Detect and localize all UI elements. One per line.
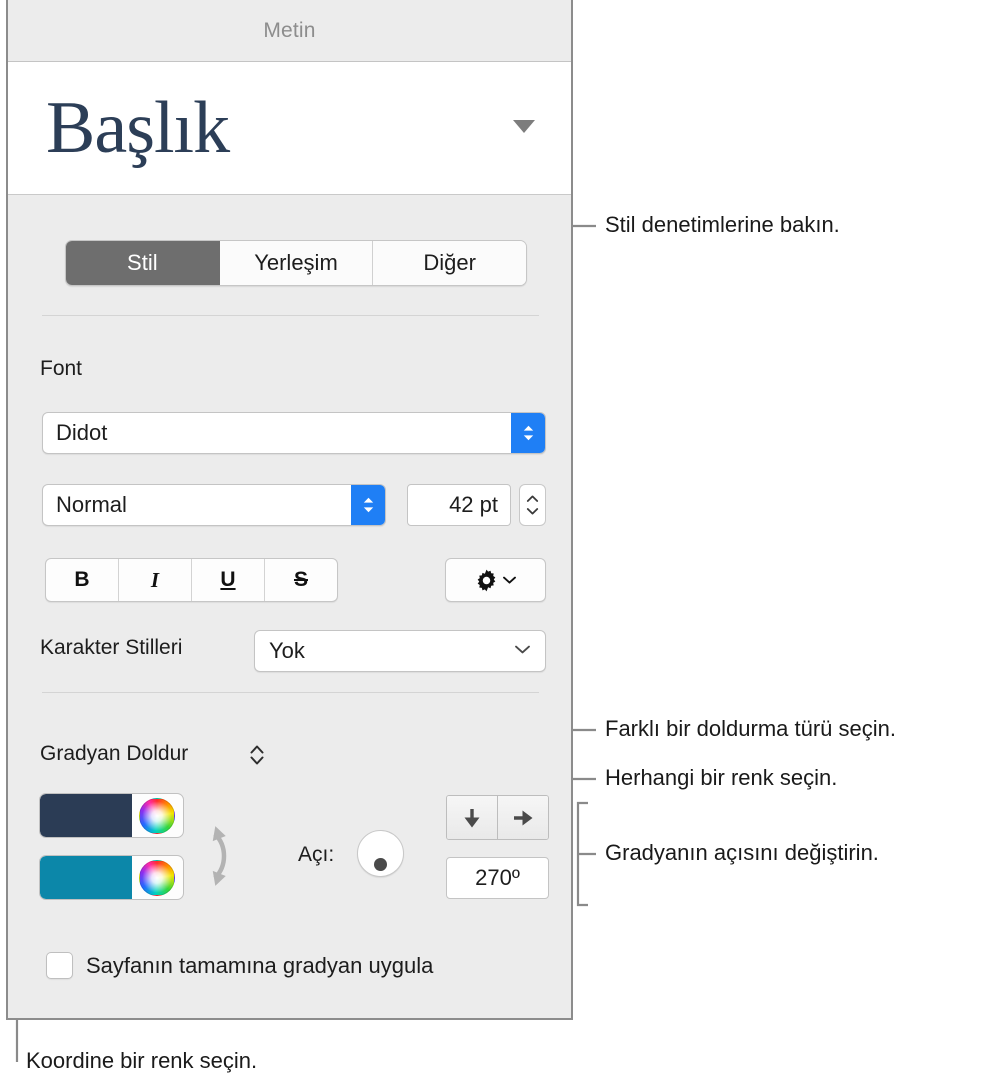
swap-colors-icon[interactable]	[201, 818, 241, 899]
chevron-down-icon	[503, 576, 516, 584]
color-wheel-icon[interactable]	[139, 859, 175, 896]
page-gradient-checkbox[interactable]	[46, 952, 73, 979]
gear-icon	[477, 569, 496, 591]
paragraph-style-preview[interactable]: Başlık	[8, 62, 571, 195]
font-options-button[interactable]	[445, 558, 546, 602]
font-size-field[interactable]: 42 pt	[407, 484, 511, 526]
font-section-label: Font	[40, 357, 83, 380]
underline-button[interactable]: U	[192, 559, 265, 601]
page-gradient-checkbox-row[interactable]: Sayfanın tamamına gradyan uygula	[46, 952, 433, 979]
gradient-angle-field[interactable]: 270º	[446, 857, 549, 899]
font-weight-value: Normal	[56, 492, 127, 517]
tab-stil-label: Stil	[127, 250, 158, 275]
character-styles-popup[interactable]: Yok	[254, 630, 546, 672]
italic-button[interactable]: I	[119, 559, 192, 601]
updown-chevron-icon[interactable]	[248, 742, 266, 773]
character-styles-label: Karakter Stilleri	[40, 636, 183, 659]
inspector-tab-bar[interactable]: Stil Yerleşim Diğer	[65, 240, 527, 286]
font-size-stepper[interactable]	[519, 484, 546, 526]
gradient-end-color-well[interactable]	[39, 855, 184, 900]
style-sample-text: Başlık	[46, 87, 230, 169]
gradient-start-swatch[interactable]	[40, 794, 132, 837]
updown-chevron-icon[interactable]	[351, 485, 385, 525]
updown-chevron-icon[interactable]	[511, 413, 545, 453]
tab-stil[interactable]: Stil	[66, 241, 220, 285]
color-wheel-icon[interactable]	[139, 797, 175, 834]
callout-style-controls: Stil denetimlerine bakın.	[605, 212, 840, 237]
gradient-direction-buttons[interactable]	[446, 795, 549, 840]
text-format-button-group[interactable]: B I U S	[45, 558, 338, 602]
triangle-down-icon[interactable]	[513, 120, 535, 133]
divider-top	[42, 315, 539, 316]
arrow-down-icon	[464, 808, 480, 827]
angle-label: Açı:	[298, 843, 335, 866]
tab-diger-label: Diğer	[423, 250, 476, 275]
angle-dial-knob[interactable]	[374, 858, 387, 871]
text-inspector-panel: Metin Başlık Stil Yerleşim Diğer Font Di…	[6, 0, 573, 1020]
tab-yerlesim[interactable]: Yerleşim	[219, 241, 374, 285]
panel-header: Metin	[8, 0, 571, 62]
chevron-down-icon	[514, 642, 545, 660]
panel-title: Metin	[263, 18, 316, 42]
angle-dial[interactable]	[357, 830, 404, 877]
callout-fill-type: Farklı bir doldurma türü seçin.	[605, 716, 896, 741]
tab-yerlesim-label: Yerleşim	[254, 250, 338, 275]
gradient-direction-right-button[interactable]	[498, 796, 548, 839]
strikethrough-button[interactable]: S	[265, 559, 337, 601]
page-gradient-checkbox-label: Sayfanın tamamına gradyan uygula	[86, 952, 434, 978]
fill-type-label[interactable]: Gradyan Doldur	[40, 742, 188, 766]
callout-gradient-angle: Gradyanın açısını değiştirin.	[605, 840, 879, 865]
callout-any-color: Herhangi bir renk seçin.	[605, 765, 838, 790]
font-weight-popup[interactable]: Normal	[42, 484, 386, 526]
callout-coordinated-color: Koordine bir renk seçin.	[26, 1048, 258, 1073]
arrow-right-icon	[514, 810, 533, 825]
gradient-start-color-well[interactable]	[39, 793, 184, 838]
chevron-up-icon	[526, 495, 539, 502]
chevron-down-icon	[526, 508, 539, 515]
font-family-popup[interactable]: Didot	[42, 412, 546, 454]
divider-fill	[42, 692, 539, 693]
font-family-value: Didot	[56, 420, 108, 445]
tab-diger[interactable]: Diğer	[373, 241, 526, 285]
gradient-end-swatch[interactable]	[40, 856, 132, 899]
gradient-direction-down-button[interactable]	[447, 796, 498, 839]
bold-button[interactable]: B	[46, 559, 119, 601]
character-styles-value: Yok	[269, 638, 305, 663]
leader-bracket-angle	[576, 801, 588, 907]
